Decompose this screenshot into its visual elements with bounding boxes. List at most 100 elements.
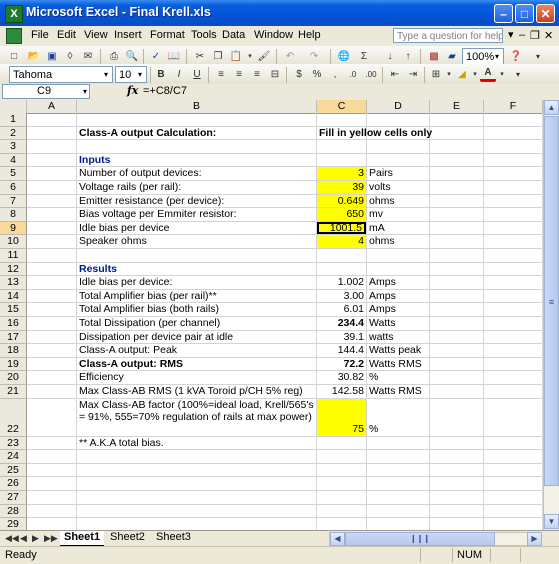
font-dropdown-icon[interactable]: ▾ <box>100 67 112 82</box>
currency-icon[interactable]: $ <box>291 67 307 83</box>
zoom-select[interactable]: 100% ▾ <box>462 48 504 65</box>
save-icon[interactable]: ▣ <box>44 49 60 65</box>
print-icon[interactable]: ⎙ <box>106 49 122 65</box>
maximize-button[interactable]: □ <box>515 4 534 23</box>
decrease-indent-icon[interactable]: ⇤ <box>387 67 403 83</box>
minimize-button[interactable]: – <box>494 4 513 23</box>
row-header-5[interactable]: 5 <box>0 167 27 181</box>
row-header-10[interactable]: 10 <box>0 235 27 249</box>
horizontal-scrollbar[interactable]: ◀ ❙❙❙ ▶ <box>329 532 542 546</box>
excel-icon[interactable]: X <box>5 5 23 23</box>
sort-ascending-icon[interactable]: ↓ <box>382 49 398 65</box>
cell-b23[interactable]: ** A.K.A total bias. <box>77 437 317 450</box>
row-header-25[interactable]: 25 <box>0 463 27 478</box>
row-header-19[interactable]: 19 <box>0 357 27 372</box>
open-icon[interactable]: 📂 <box>26 49 42 65</box>
row-header-6[interactable]: 6 <box>0 181 27 195</box>
cell-b13[interactable]: Idle bias per device: <box>77 276 317 289</box>
cell-c7[interactable]: 0.649 <box>317 194 366 208</box>
undo-icon[interactable]: ↶ <box>282 49 298 65</box>
cell-c6[interactable]: 39 <box>317 181 366 194</box>
row-header-11[interactable]: 11 <box>0 249 27 263</box>
cell-b10[interactable]: Speaker ohms <box>77 235 317 248</box>
cell-c13[interactable]: 1.002 <box>317 276 366 289</box>
merge-center-icon[interactable]: ⊟ <box>267 67 283 83</box>
bold-icon[interactable]: B <box>153 67 169 83</box>
cell-c16[interactable]: 234.4 <box>317 317 366 330</box>
menu-help[interactable]: Help <box>298 29 321 41</box>
cell-d20[interactable]: % <box>367 371 430 384</box>
cell-d9[interactable]: mA <box>367 222 430 235</box>
scroll-down-icon[interactable]: ▼ <box>544 514 559 529</box>
underline-icon[interactable]: U <box>189 67 205 83</box>
cell-c17[interactable]: 39.1 <box>317 331 366 344</box>
zoom-dropdown-icon[interactable]: ▾ <box>491 49 503 64</box>
cell-d6[interactable]: volts <box>367 181 430 194</box>
align-right-icon[interactable]: ≡ <box>249 67 265 83</box>
doc-minimize-button[interactable]: – <box>519 29 525 41</box>
row-header-17[interactable]: 17 <box>0 330 27 345</box>
menu-data[interactable]: Data <box>222 29 245 41</box>
last-sheet-icon[interactable]: ▶▶ <box>44 533 58 544</box>
format-toolbar-options-icon[interactable]: ▾ <box>510 67 526 83</box>
cell-b14[interactable]: Total Amplifier bias (per rail)** <box>77 290 317 303</box>
row-header-14[interactable]: 14 <box>0 289 27 304</box>
font-color-dropdown-icon[interactable]: ▾ <box>494 67 510 83</box>
cell-b21[interactable]: Max Class-AB RMS (1 kVA Toroid p/CH 5% r… <box>77 385 317 398</box>
spreadsheet-grid[interactable]: ABCDEF 1 2 3 4 5 6 7 8 9 10 11 12 13 14 15 16 17 18 19 20 21… <box>0 100 543 530</box>
cell-d15[interactable]: Amps <box>367 303 430 316</box>
menu-insert[interactable]: Insert <box>114 29 142 41</box>
cell-b8[interactable]: Bias voltage per Emmiter resistor: <box>77 208 317 221</box>
cell-b2[interactable]: Class-A output Calculation: <box>77 127 317 140</box>
vertical-scrollbar[interactable]: ▲ ≡ ▼ <box>543 100 559 530</box>
cut-icon[interactable]: ✂ <box>192 49 208 65</box>
row-header-22[interactable]: 22 <box>0 398 27 437</box>
font-size-dropdown-icon[interactable]: ▾ <box>134 67 146 82</box>
cell-c21[interactable]: 142.58 <box>317 385 366 398</box>
sheet-tab-sheet1[interactable]: Sheet1 <box>60 531 105 546</box>
spelling-icon[interactable]: ✓ <box>148 49 164 65</box>
row-header-26[interactable]: 26 <box>0 477 27 491</box>
comma-icon[interactable]: , <box>327 67 343 83</box>
email-icon[interactable]: ✉ <box>80 49 96 65</box>
cell-d18[interactable]: Watts peak <box>367 344 430 357</box>
cell-c15[interactable]: 6.01 <box>317 303 366 316</box>
redo-icon[interactable]: ↷ <box>306 49 322 65</box>
new-icon[interactable]: □ <box>6 49 22 65</box>
sort-descending-icon[interactable]: ↑ <box>400 49 416 65</box>
cell-c5[interactable]: 3 <box>317 167 366 180</box>
cell-d19[interactable]: Watts RMS <box>367 358 430 371</box>
scroll-right-icon[interactable]: ▶ <box>527 532 542 546</box>
copy-icon[interactable]: ❐ <box>210 49 226 65</box>
increase-decimal-icon[interactable]: .0 <box>345 67 361 83</box>
row-header-18[interactable]: 18 <box>0 344 27 358</box>
cell-b12[interactable]: Results <box>77 263 317 276</box>
align-center-icon[interactable]: ≡ <box>231 67 247 83</box>
column-header-c[interactable]: C <box>317 100 367 113</box>
ask-dropdown-icon[interactable]: ▾ <box>508 28 514 41</box>
cell-d8[interactable]: mv <box>367 208 430 221</box>
menu-view[interactable]: View <box>84 29 108 41</box>
cell-d14[interactable]: Amps <box>367 290 430 303</box>
research-icon[interactable]: 📖 <box>166 49 182 65</box>
row-header-20[interactable]: 20 <box>0 371 27 385</box>
row-header-29[interactable]: 29 <box>0 518 27 530</box>
menu-window[interactable]: Window <box>254 29 293 41</box>
toolbar-options-icon[interactable]: ▾ <box>530 49 546 65</box>
cell-d17[interactable]: watts <box>367 331 430 344</box>
cell-b7[interactable]: Emitter resistance (per device): <box>77 195 317 208</box>
cell-c18[interactable]: 144.4 <box>317 344 366 357</box>
formula-input[interactable]: =+C8/C7 <box>143 85 187 97</box>
cell-b18[interactable]: Class-A output: Peak <box>77 344 317 357</box>
ask-question-input[interactable]: Type a question for help <box>393 28 503 43</box>
insert-function-icon[interactable]: fx <box>127 84 138 97</box>
row-header-8[interactable]: 8 <box>0 208 27 222</box>
help-icon[interactable]: ❓ <box>508 49 524 65</box>
row-header-2[interactable]: 2 <box>0 126 27 141</box>
sheet-tab-sheet3[interactable]: Sheet3 <box>152 531 195 545</box>
chart-wizard-icon[interactable]: ▩ <box>426 49 442 65</box>
row-header-9[interactable]: 9 <box>0 221 27 236</box>
cell-b15[interactable]: Total Amplifier bias (both rails) <box>77 303 317 316</box>
scroll-left-icon[interactable]: ◀ <box>330 532 345 546</box>
row-header-7[interactable]: 7 <box>0 194 27 209</box>
